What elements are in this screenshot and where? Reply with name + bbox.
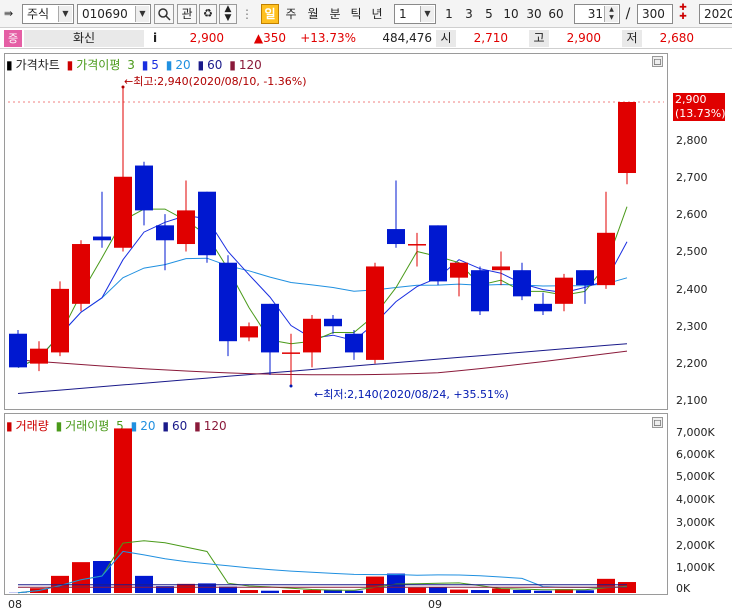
price-ma-5: 5 xyxy=(151,58,159,72)
chevron-down-icon[interactable]: ▼ xyxy=(135,6,149,22)
total-count-input[interactable]: 300 xyxy=(637,4,673,24)
current-price-tag-value: 2,900 xyxy=(675,93,707,106)
price-y-tick: 2,100 xyxy=(676,394,708,407)
chevron-down-icon[interactable]: ▼ xyxy=(58,6,72,22)
price-ma-60: 60 xyxy=(207,58,223,72)
price-ma-label: 가격이평 xyxy=(76,58,121,72)
count-value: 31 xyxy=(587,7,603,21)
volume-y-tick: 6,000K xyxy=(676,448,715,461)
interval-5-button[interactable]: 5 xyxy=(482,4,496,24)
period-year-button[interactable]: 년 xyxy=(368,4,386,24)
price-y-tick: 2,300 xyxy=(676,320,708,333)
up-down-stepper[interactable]: ▲ ▼ xyxy=(219,4,237,24)
stepper-arrows-icon[interactable]: ▲ ▼ xyxy=(604,6,618,22)
low-label: 저 xyxy=(622,30,642,47)
market-select-value: 주식 xyxy=(27,7,50,21)
toolbar: ⇛ 주식 ▼ 010690 ▼ 관 ♻ ▲ ▼ ⋮ 일 주 월 분 틱 년 1 ▼… xyxy=(0,0,732,28)
interval-select-value: 1 xyxy=(399,7,407,21)
interval-10-button[interactable]: 10 xyxy=(501,4,521,24)
volume-legend-title: 거래량 xyxy=(15,419,49,433)
interval-select[interactable]: 1 ▼ xyxy=(394,4,436,24)
current-price-tag: 2,900 (13.73%) xyxy=(673,93,726,121)
recycle-button[interactable]: ♻ xyxy=(199,4,217,24)
stock-code-value: 010690 xyxy=(82,7,128,21)
volume-y-tick: 3,000K xyxy=(676,516,715,529)
x-axis-label: 09 xyxy=(428,598,442,611)
interval-3-button[interactable]: 3 xyxy=(462,4,476,24)
gwan-button[interactable]: 관 xyxy=(177,4,197,24)
high-label: 고 xyxy=(529,30,549,47)
low-annotation: ←최저:2,140(2020/08/24, +35.51%) xyxy=(314,388,509,401)
open-label: 시 xyxy=(436,30,456,47)
period-week-button[interactable]: 주 xyxy=(282,4,300,24)
trade-volume: 484,476 xyxy=(382,31,432,45)
count-separator: / xyxy=(625,6,631,22)
price-ma-20: 20 xyxy=(175,58,191,72)
high-price: 2,900 xyxy=(566,31,601,45)
search-button[interactable] xyxy=(154,4,174,24)
pin-icon[interactable]: ⇛ xyxy=(4,4,20,24)
price-change-pct: +13.73% xyxy=(300,31,356,45)
price-ma-3: 3 xyxy=(127,58,135,72)
market-select[interactable]: 주식 ▼ xyxy=(22,4,74,24)
price-y-tick: 2,400 xyxy=(676,283,708,296)
high-annotation: ←최고:2,940(2020/08/10, -1.36%) xyxy=(124,75,307,88)
volume-y-tick: 5,000K xyxy=(676,470,715,483)
volume-y-tick: 7,000K xyxy=(676,426,715,439)
panel-maximize-button[interactable]: □ xyxy=(652,56,663,67)
current-price: 2,900 xyxy=(189,31,224,45)
stock-code-input[interactable]: 010690 ▼ xyxy=(77,4,151,24)
volume-y-tick: 0K xyxy=(676,582,691,595)
volume-ma-5: 5 xyxy=(116,419,124,433)
volume-ma-label: 거래이평 xyxy=(65,419,110,433)
count-stepper[interactable]: 31 ▲ ▼ xyxy=(574,4,620,24)
interval-1-button[interactable]: 1 xyxy=(442,4,456,24)
volume-chart-panel xyxy=(4,413,668,595)
toolbar-divider: ⋮ xyxy=(241,7,253,21)
price-y-tick: 2,800 xyxy=(676,134,708,147)
period-tick-button[interactable]: 틱 xyxy=(347,4,365,24)
volume-legend: ▮ 거래량 ▮ 거래이평 5 ▮ 20 ▮ 60 ▮ 120 xyxy=(6,419,227,433)
period-day-button[interactable]: 일 xyxy=(261,4,279,24)
price-y-tick: 2,500 xyxy=(676,245,708,258)
volume-ma-120: 120 xyxy=(203,419,227,433)
price-y-tick: 2,700 xyxy=(676,171,708,184)
open-price: 2,710 xyxy=(473,31,508,45)
volume-ma-60: 60 xyxy=(171,419,188,433)
volume-panel-maximize-button[interactable]: □ xyxy=(652,417,663,428)
low-price: 2,680 xyxy=(659,31,694,45)
magnifier-icon xyxy=(158,8,171,21)
price-ma-120: 120 xyxy=(238,58,262,72)
settings-icon[interactable]: ✚ ✚ xyxy=(676,4,690,24)
price-y-tick: 2,600 xyxy=(676,208,708,221)
interval-60-button[interactable]: 60 xyxy=(546,4,566,24)
price-y-tick: 2,200 xyxy=(676,357,708,370)
volume-y-tick: 2,000K xyxy=(676,539,715,552)
volume-y-tick: 1,000K xyxy=(676,561,715,574)
stock-info-bar: 증 화신 i 2,900 ▲350 +13.73% 484,476 시 2,71… xyxy=(0,28,732,49)
date-input[interactable]: 2020/ xyxy=(699,4,732,24)
chevron-down-icon[interactable]: ▼ xyxy=(420,6,434,22)
price-chart-panel xyxy=(4,53,668,410)
stock-name: 화신 xyxy=(24,30,144,47)
volume-ma-20: 20 xyxy=(140,419,156,433)
x-axis-label: 08 xyxy=(8,598,22,611)
info-button[interactable]: i xyxy=(147,30,163,47)
interval-30-button[interactable]: 30 xyxy=(524,4,544,24)
price-legend: ▮ 가격차트 ▮ 가격이평 3 ▮ 5 ▮ 20 ▮ 60 ▮ 120 xyxy=(6,58,262,72)
price-change: ▲350 xyxy=(253,31,286,45)
stock-badge: 증 xyxy=(4,30,22,47)
current-price-tag-pct: (13.73%) xyxy=(675,107,726,120)
volume-y-tick: 4,000K xyxy=(676,493,715,506)
period-month-button[interactable]: 월 xyxy=(304,4,322,24)
period-minute-button[interactable]: 분 xyxy=(326,4,344,24)
price-legend-title: 가격차트 xyxy=(15,58,60,72)
